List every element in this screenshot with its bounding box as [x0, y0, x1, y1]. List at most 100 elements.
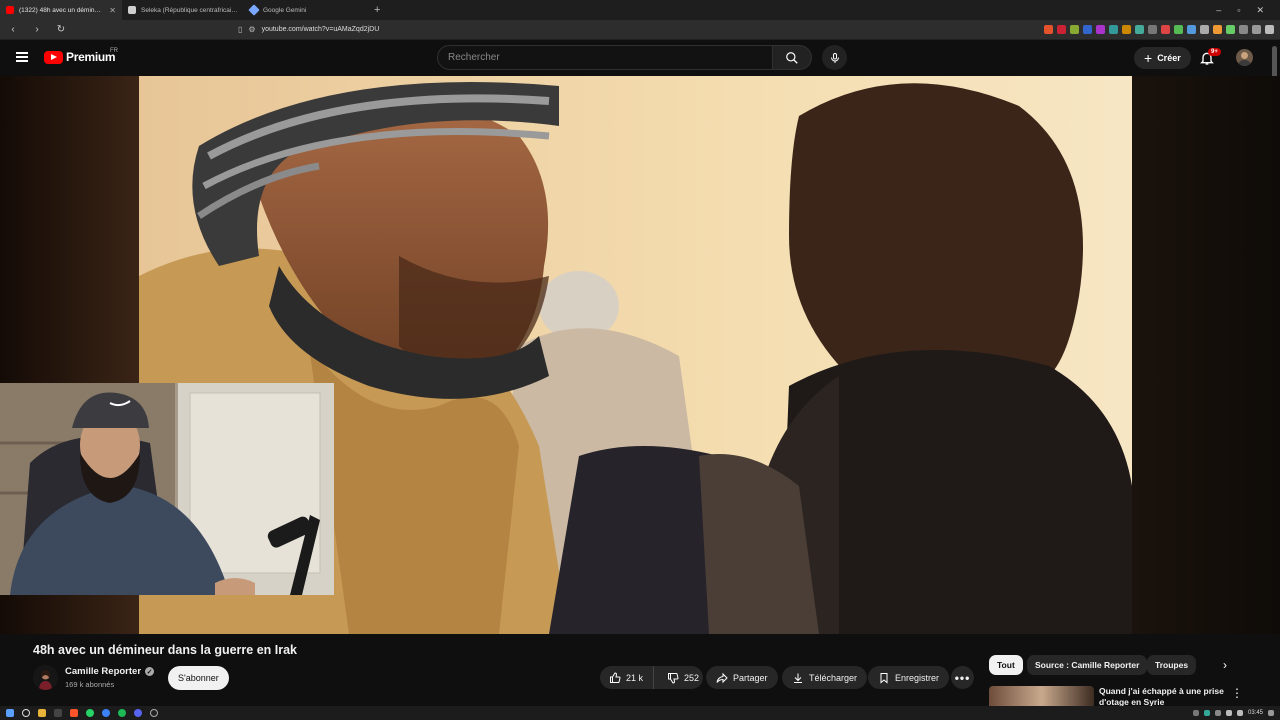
extension-icon[interactable] [1135, 25, 1144, 34]
browser-address-bar: ‹ › ↻ ▯ ⚙ youtube.com/watch?v=uAMaZqd2jD… [0, 20, 1280, 40]
clock[interactable]: 03:45 [1248, 710, 1263, 716]
menu-icon[interactable] [1265, 25, 1274, 34]
account-avatar[interactable] [1236, 49, 1253, 66]
back-arrow-icon[interactable]: ‹ [6, 24, 20, 35]
thumbs-up-icon [610, 671, 621, 683]
ambient-glow-right [1132, 76, 1280, 634]
close-tab-icon[interactable]: ✕ [109, 6, 116, 15]
chip-source-camille-reporter[interactable]: Source : Camille Reporter [1027, 655, 1148, 675]
extension-icon[interactable] [1187, 25, 1196, 34]
tray-app-icon[interactable] [1203, 710, 1210, 716]
share-label: Partager [733, 672, 768, 683]
channel-avatar[interactable] [33, 665, 58, 690]
share-arrow-icon [716, 672, 728, 683]
windows-start-icon[interactable] [6, 709, 14, 717]
window-controls: – ▫ ✕ [1216, 5, 1280, 16]
extension-icon[interactable] [1200, 25, 1209, 34]
extension-icon[interactable] [1083, 25, 1092, 34]
tray-app-icon[interactable] [1214, 710, 1221, 716]
channel-name-text: Camille Reporter [65, 666, 142, 677]
file-explorer-icon[interactable] [38, 709, 46, 717]
extension-icon[interactable] [1148, 25, 1157, 34]
maximize-button[interactable]: ▫ [1237, 5, 1240, 16]
like-count: 21 k [626, 672, 644, 683]
whatsapp-icon[interactable] [86, 709, 94, 717]
extension-icon[interactable] [1057, 25, 1066, 34]
chip-tout[interactable]: Tout [989, 655, 1023, 675]
search-icon [786, 51, 798, 64]
chevron-right-icon[interactable]: › [1215, 655, 1235, 675]
browser-tab-strip: (1322) 48h avec un démineur dans ✕ Selek… [0, 0, 1280, 20]
search-icon[interactable] [22, 709, 30, 717]
spotify-icon[interactable] [118, 709, 126, 717]
extension-icon[interactable] [1122, 25, 1131, 34]
obs-icon[interactable] [150, 709, 158, 717]
extension-icon[interactable] [1161, 25, 1170, 34]
search-input[interactable] [438, 46, 772, 69]
extension-icon[interactable] [1213, 25, 1222, 34]
youtube-premium-logo[interactable]: Premium [44, 50, 116, 64]
app-icon[interactable] [102, 709, 110, 717]
sidebar-toggle-icon[interactable] [1252, 25, 1261, 34]
volume-icon[interactable] [1236, 710, 1243, 716]
chip-troupes[interactable]: Troupes [1147, 655, 1197, 675]
forward-arrow-icon[interactable]: › [30, 24, 44, 35]
save-button[interactable]: Enregistrer [868, 666, 950, 689]
url-field[interactable]: ▯ ⚙ youtube.com/watch?v=uAMaZqd2jDU [238, 22, 778, 38]
tab-title: Google Gemini [263, 6, 307, 14]
logo-text: Premium [66, 50, 116, 64]
extension-icon[interactable] [1096, 25, 1105, 34]
chevron-up-icon[interactable] [1192, 710, 1199, 716]
new-tab-button[interactable]: + [366, 4, 388, 16]
browser-tab-youtube[interactable]: (1322) 48h avec un démineur dans ✕ [0, 0, 122, 20]
site-info-icon[interactable]: ⚙ [248, 25, 255, 34]
notification-count-badge: 9+ [1208, 48, 1221, 56]
more-actions-button[interactable]: ••• [951, 666, 974, 689]
recommended-video-thumbnail[interactable] [989, 686, 1094, 706]
like-button[interactable]: 21 k [600, 666, 654, 689]
search-box[interactable] [437, 45, 773, 70]
bookmark-icon[interactable]: ▯ [238, 25, 242, 34]
webcam-overlay [0, 383, 334, 595]
recommended-more-icon[interactable]: ⋮ [1231, 686, 1243, 700]
discord-icon[interactable] [134, 709, 142, 717]
subscriber-count: 169 k abonnés [65, 680, 115, 689]
voice-search-button[interactable] [822, 45, 847, 70]
save-label: Enregistrer [895, 672, 940, 683]
download-icon [794, 673, 802, 683]
extension-icons [1044, 25, 1274, 34]
extension-icon[interactable] [1174, 25, 1183, 34]
dislike-button[interactable]: 252 [659, 666, 699, 689]
download-label: Télécharger [809, 672, 858, 683]
extension-icon[interactable] [1226, 25, 1235, 34]
browser-tab-gemini[interactable]: Google Gemini [244, 0, 366, 20]
browser-tab-seleka[interactable]: Seleka (République centrafricaine) — [122, 0, 244, 20]
hamburger-menu-icon[interactable] [16, 52, 28, 62]
video-title: 48h avec un démineur dans la guerre en I… [33, 643, 297, 657]
plus-icon: + [1144, 50, 1153, 66]
extension-icon[interactable] [1239, 25, 1248, 34]
search-button[interactable] [772, 45, 812, 70]
download-button[interactable]: Télécharger [782, 666, 868, 689]
subscribe-button[interactable]: S'abonner [168, 666, 229, 690]
brave-shield-icon[interactable] [1044, 25, 1053, 34]
terminal-icon[interactable] [54, 709, 62, 717]
recommended-video-title[interactable]: Quand j'ai échappé à une prise d'otage e… [1099, 686, 1229, 706]
tab-title: (1322) 48h avec un démineur dans [19, 6, 104, 14]
channel-name[interactable]: Camille Reporter ✓ [65, 666, 155, 677]
extension-icon[interactable] [1109, 25, 1118, 34]
bookmark-save-icon [880, 672, 888, 684]
system-tray: 03:45 [1192, 710, 1274, 716]
os-taskbar: 03:45 [0, 706, 1280, 720]
brave-browser-icon[interactable] [70, 709, 78, 717]
webcam-image [0, 383, 334, 595]
reload-icon[interactable]: ↻ [54, 24, 68, 35]
wifi-icon[interactable] [1225, 710, 1232, 716]
minimize-button[interactable]: – [1216, 5, 1221, 16]
extension-icon[interactable] [1070, 25, 1079, 34]
close-window-button[interactable]: ✕ [1256, 5, 1264, 16]
notifications-icon[interactable] [1268, 710, 1274, 716]
share-button[interactable]: Partager [706, 666, 778, 689]
create-button[interactable]: + Créer [1134, 47, 1191, 69]
verified-check-icon: ✓ [145, 667, 155, 676]
